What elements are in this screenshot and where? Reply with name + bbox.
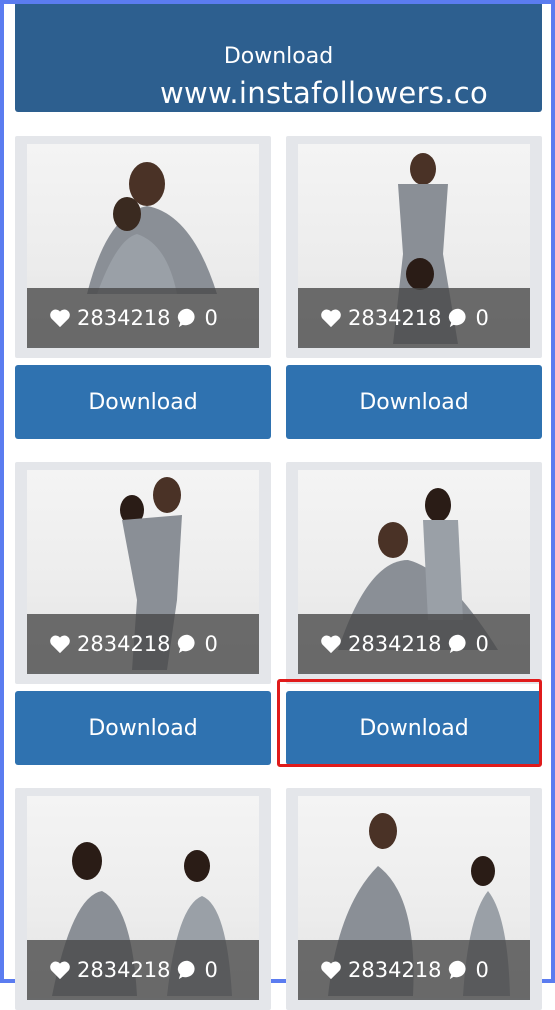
comment-count: 0 [475, 958, 489, 982]
watermark-text: www.instafollowers.co [160, 76, 489, 110]
comment-count: 0 [475, 306, 489, 330]
download-button[interactable]: Download [15, 691, 271, 765]
like-count: 2834218 [77, 306, 171, 330]
like-count: 2834218 [77, 958, 171, 982]
heart-icon [49, 634, 71, 654]
comment-count: 0 [204, 306, 218, 330]
heart-icon [49, 308, 71, 328]
comment-icon [448, 633, 470, 655]
comment-count: 0 [204, 958, 218, 982]
comment-count: 0 [475, 632, 489, 656]
post-card[interactable]: 2834218 0 [286, 788, 542, 1010]
post-card[interactable]: 2834218 0 [286, 136, 542, 358]
post-stats: 2834218 0 [27, 288, 259, 348]
highlight-box [277, 679, 542, 767]
heart-icon [320, 960, 342, 980]
comment-icon [177, 959, 199, 981]
comment-icon [448, 307, 470, 329]
top-download-label: Download [223, 44, 334, 69]
post-stats: 2834218 0 [298, 288, 530, 348]
post-card[interactable]: 2834218 0 [15, 462, 271, 684]
post-card[interactable]: 2834218 0 [286, 462, 542, 684]
like-count: 2834218 [348, 632, 442, 656]
heart-icon [320, 634, 342, 654]
post-card[interactable]: 2834218 0 [15, 136, 271, 358]
download-button[interactable]: Download [286, 365, 542, 439]
post-stats: 2834218 0 [298, 940, 530, 1000]
post-stats: 2834218 0 [27, 614, 259, 674]
post-stats: 2834218 0 [298, 614, 530, 674]
heart-icon [49, 960, 71, 980]
heart-icon [320, 308, 342, 328]
like-count: 2834218 [348, 958, 442, 982]
post-stats: 2834218 0 [27, 940, 259, 1000]
comment-icon [448, 959, 470, 981]
like-count: 2834218 [348, 306, 442, 330]
post-card[interactable]: 2834218 0 [15, 788, 271, 1010]
like-count: 2834218 [77, 632, 171, 656]
download-button[interactable]: Download [15, 365, 271, 439]
comment-icon [177, 633, 199, 655]
comment-icon [177, 307, 199, 329]
comment-count: 0 [204, 632, 218, 656]
